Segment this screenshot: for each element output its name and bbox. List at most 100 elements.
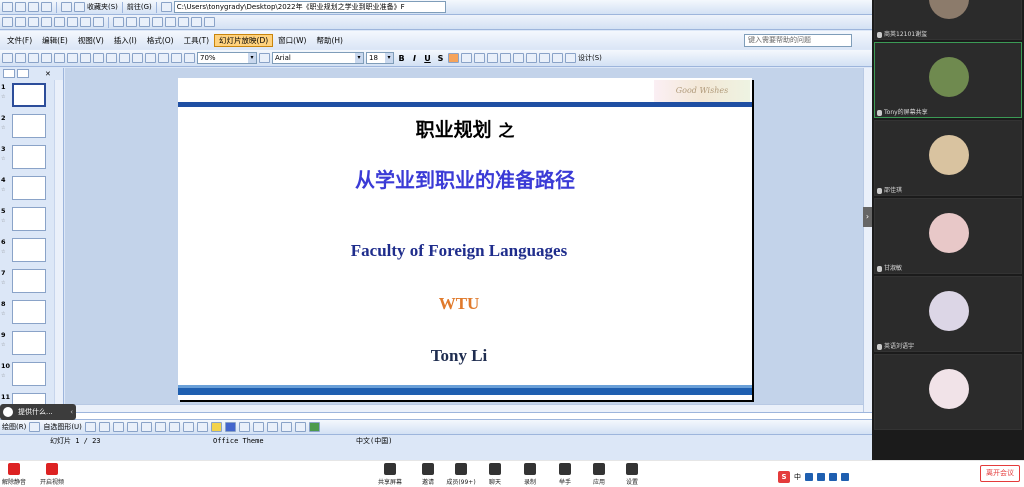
fill-color-icon[interactable] <box>210 422 222 432</box>
toolbar-icon[interactable] <box>178 17 189 27</box>
toolbar-icon[interactable] <box>41 17 52 27</box>
unmute-mic-button[interactable]: 解除静音 <box>0 463 32 486</box>
toolbar-icon[interactable] <box>165 17 176 27</box>
go-button[interactable]: 前往(G) <box>127 2 152 12</box>
ime-mode[interactable]: 中 <box>794 472 801 482</box>
floating-tooltip[interactable]: 提供什么... ‹ <box>0 404 76 420</box>
draw-menu[interactable]: 绘图(R) <box>2 422 26 432</box>
sogou-icon[interactable]: S <box>778 471 790 483</box>
italic-button[interactable]: I <box>409 53 420 64</box>
menu-format[interactable]: 格式(O) <box>142 34 179 47</box>
preview-icon[interactable] <box>67 53 78 63</box>
increase-indent-icon[interactable] <box>552 53 563 63</box>
decrease-indent-icon[interactable] <box>539 53 550 63</box>
size-select[interactable]: 18 ▾ <box>366 52 394 64</box>
picture-icon[interactable] <box>196 422 208 432</box>
menu-file[interactable]: 文件(F) <box>2 34 37 47</box>
slide-thumbnail[interactable] <box>12 362 46 386</box>
stop-icon[interactable] <box>28 2 39 12</box>
participant-tile[interactable]: 甘淑敏 <box>874 198 1022 274</box>
rectangle-icon[interactable] <box>112 422 124 432</box>
slide-thumbnail[interactable] <box>12 331 46 355</box>
apps-button[interactable]: 应用 <box>581 463 617 486</box>
address-bar[interactable]: C:\Users\tonygrady\Desktop\2022年《职业规划之学业… <box>173 1 446 13</box>
toolbar-icon[interactable] <box>28 17 39 27</box>
participant-tile[interactable]: 商英12101谢玺 <box>874 0 1022 40</box>
menu-slideshow[interactable]: 幻灯片放映(D) <box>214 33 274 47</box>
align-left-icon[interactable] <box>448 53 459 63</box>
notes-pane[interactable] <box>0 412 872 419</box>
toolbar-icon[interactable] <box>54 17 65 27</box>
participant-tile[interactable]: 邵佳琪 <box>874 120 1022 196</box>
video-camera-button[interactable]: 开启视频 <box>34 463 70 486</box>
permission-icon[interactable] <box>41 53 52 63</box>
diagram-icon[interactable] <box>168 422 180 432</box>
line-style-icon[interactable] <box>252 422 264 432</box>
textbox-icon[interactable] <box>140 422 152 432</box>
back-icon[interactable] <box>2 2 13 12</box>
shadow-icon[interactable] <box>294 422 306 432</box>
slide-thumbnail[interactable] <box>12 207 46 231</box>
menu-window[interactable]: 窗口(W) <box>273 34 311 47</box>
raise-hand-button[interactable]: 举手 <box>547 463 583 486</box>
dash-style-icon[interactable] <box>266 422 278 432</box>
new-icon[interactable] <box>2 53 13 63</box>
align-right-icon[interactable] <box>474 53 485 63</box>
table-icon[interactable] <box>184 53 195 63</box>
expand-panel-button[interactable]: › <box>863 207 872 227</box>
toolbar-icon[interactable] <box>139 17 150 27</box>
menu-help[interactable]: 帮助(H) <box>311 34 348 47</box>
toolbar-icon[interactable] <box>204 17 215 27</box>
ime-tool-icon[interactable] <box>817 473 825 481</box>
settings-button[interactable]: 设置 <box>614 463 650 486</box>
bold-button[interactable]: B <box>396 53 407 64</box>
participant-tile[interactable]: 英语刘语宇 <box>874 276 1022 352</box>
arrow-style-icon[interactable] <box>280 422 292 432</box>
cut-icon[interactable] <box>106 53 117 63</box>
clipart-icon[interactable] <box>182 422 194 432</box>
help-icon[interactable] <box>259 53 270 63</box>
share-screen-button[interactable]: 共享屏幕 <box>372 463 408 486</box>
toolbar-icon[interactable] <box>93 17 104 27</box>
slide-thumbnail[interactable] <box>12 238 46 262</box>
invite-button[interactable]: 邀请 <box>410 463 446 486</box>
toolbar-icon[interactable] <box>2 17 13 27</box>
toolbar-icon[interactable] <box>80 17 91 27</box>
shrink-font-icon[interactable] <box>526 53 537 63</box>
shadow-button[interactable]: S <box>435 53 446 64</box>
design-button[interactable]: 设计(S) <box>578 53 602 63</box>
members-button[interactable]: 成员(99+) <box>443 463 479 486</box>
grow-font-icon[interactable] <box>513 53 524 63</box>
undo-icon[interactable] <box>145 53 156 63</box>
select-arrow-icon[interactable] <box>29 422 41 432</box>
toolbar-icon[interactable] <box>191 17 202 27</box>
font-color-icon[interactable] <box>565 53 576 63</box>
participant-tile[interactable] <box>874 354 1022 430</box>
zoom-select[interactable]: 70% ▾ <box>197 52 257 64</box>
align-center-icon[interactable] <box>461 53 472 63</box>
ime-tool-icon[interactable] <box>805 473 813 481</box>
thumbnail-scrollbar[interactable] <box>54 80 63 404</box>
search-icon[interactable] <box>74 2 85 12</box>
leave-meeting-button[interactable]: 离开会议 <box>980 465 1020 482</box>
open-icon[interactable] <box>15 53 26 63</box>
redo-icon[interactable] <box>158 53 169 63</box>
ime-tool-icon[interactable] <box>841 473 849 481</box>
record-button[interactable]: 录制 <box>512 463 548 486</box>
chat-button[interactable]: 聊天 <box>477 463 513 486</box>
favorites-button[interactable]: 收藏夹(S) <box>87 2 118 12</box>
numbering-icon[interactable] <box>487 53 498 63</box>
spelling-icon[interactable] <box>80 53 91 63</box>
slide-thumbnail[interactable] <box>12 176 46 200</box>
menu-view[interactable]: 视图(V) <box>73 34 109 47</box>
slide-thumbnail[interactable] <box>12 269 46 293</box>
ime-tool-icon[interactable] <box>829 473 837 481</box>
copy-icon[interactable] <box>119 53 130 63</box>
tooltip-close-icon[interactable]: ‹ <box>70 404 73 420</box>
slide-vertical-scrollbar[interactable] <box>863 68 872 412</box>
menu-tools[interactable]: 工具(T) <box>179 34 214 47</box>
close-pane-icon[interactable]: ✕ <box>45 70 51 78</box>
home-icon[interactable] <box>61 2 72 12</box>
underline-button[interactable]: U <box>422 53 433 64</box>
oval-icon[interactable] <box>126 422 138 432</box>
